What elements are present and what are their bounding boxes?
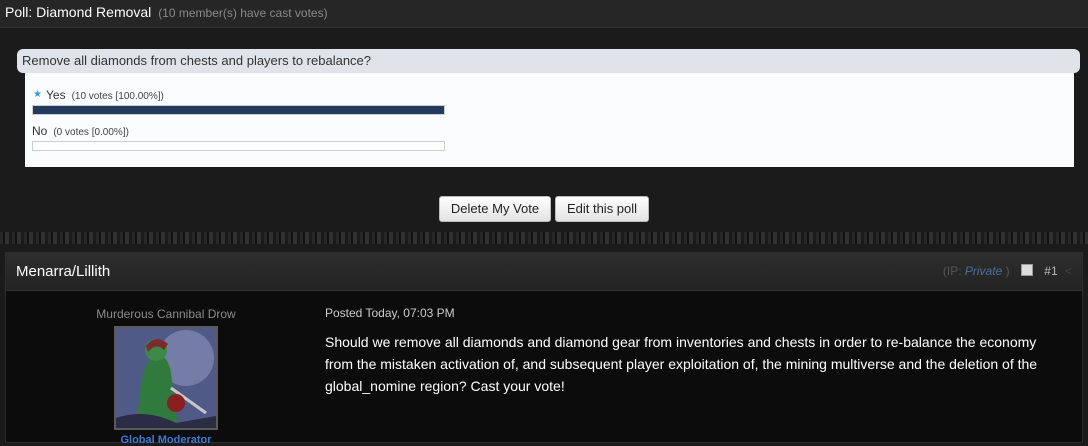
choice-yes-votes: (10 votes [100.00%]) bbox=[71, 91, 164, 102]
post-date: Posted Today, 07:03 PM bbox=[325, 306, 455, 320]
delete-my-vote-button[interactable]: Delete My Vote bbox=[439, 196, 551, 222]
poll-title: Poll: Diamond Removal (10 member(s) have… bbox=[5, 4, 328, 20]
poll-question: Remove all diamonds from chests and play… bbox=[22, 53, 372, 68]
divider bbox=[0, 232, 1088, 244]
multiquote-checkbox[interactable] bbox=[1020, 264, 1033, 276]
post-container: Menarra/Lillith (IP: Private ) #1 < Murd… bbox=[5, 252, 1083, 446]
edit-poll-button[interactable]: Edit this poll bbox=[555, 196, 649, 222]
poll-header: Poll: Diamond Removal (10 member(s) have… bbox=[0, 0, 1088, 28]
avatar-image bbox=[116, 328, 216, 428]
post-header: Menarra/Lillith (IP: Private ) #1 < bbox=[6, 253, 1082, 291]
choice-no-text: No bbox=[32, 124, 48, 138]
my-vote-star-icon: ★ bbox=[33, 89, 42, 100]
user-group: Global Moderator bbox=[120, 434, 212, 446]
poll-results: ★ Yes (10 votes [100.00%]) No (0 votes [0.… bbox=[25, 73, 1074, 167]
poll-members-note: (10 member(s) have cast votes) bbox=[158, 6, 328, 20]
choice-no-bar bbox=[32, 141, 445, 151]
choice-yes-bar bbox=[32, 105, 445, 115]
ip-prefix: (IP: bbox=[942, 264, 965, 278]
share-icon[interactable]: < bbox=[1065, 264, 1072, 278]
choice-yes-text: Yes bbox=[46, 88, 66, 102]
choice-yes-label: Yes (10 votes [100.00%]) bbox=[46, 88, 164, 102]
choice-yes-bar-fill bbox=[33, 106, 444, 114]
poll-title-text: Poll: Diamond Removal bbox=[5, 4, 152, 20]
user-avatar[interactable] bbox=[114, 326, 218, 430]
post-body: Should we remove all diamonds and diamon… bbox=[325, 334, 1038, 394]
post-author[interactable]: Menarra/Lillith bbox=[16, 263, 110, 280]
post-number-link[interactable]: #1 bbox=[1044, 264, 1057, 278]
choice-no-votes: (0 votes [0.00%]) bbox=[53, 127, 129, 138]
ip-value: Private bbox=[964, 264, 1003, 278]
post-meta: (IP: Private ) #1 < bbox=[943, 264, 1072, 278]
user-title: Murderous Cannibal Drow bbox=[96, 307, 236, 321]
ip-suffix: ) bbox=[1002, 264, 1010, 278]
choice-no-label: No (0 votes [0.00%]) bbox=[32, 124, 129, 138]
poll-question-box: Remove all diamonds from chests and play… bbox=[17, 49, 1080, 73]
